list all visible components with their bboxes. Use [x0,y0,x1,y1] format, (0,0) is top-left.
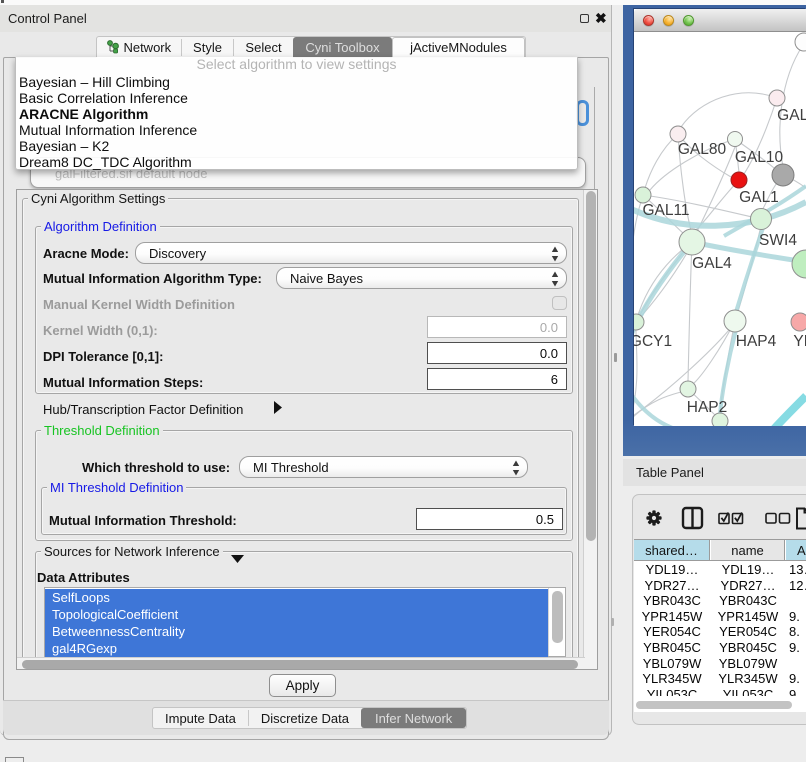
svg-text:HAP4: HAP4 [736,333,777,350]
svg-text:GAL7: GAL7 [777,107,806,124]
svg-text:GAL10: GAL10 [735,149,784,166]
svg-text:GAL1: GAL1 [739,189,779,206]
svg-text:HAP2: HAP2 [687,399,728,416]
svg-text:YM: YM [793,333,806,350]
svg-text:GAL4: GAL4 [692,255,732,272]
svg-text:GAL11: GAL11 [642,202,689,219]
svg-text:GCY1: GCY1 [634,333,672,350]
svg-text:SWI4: SWI4 [759,232,797,249]
svg-text:GAL80: GAL80 [678,141,727,158]
